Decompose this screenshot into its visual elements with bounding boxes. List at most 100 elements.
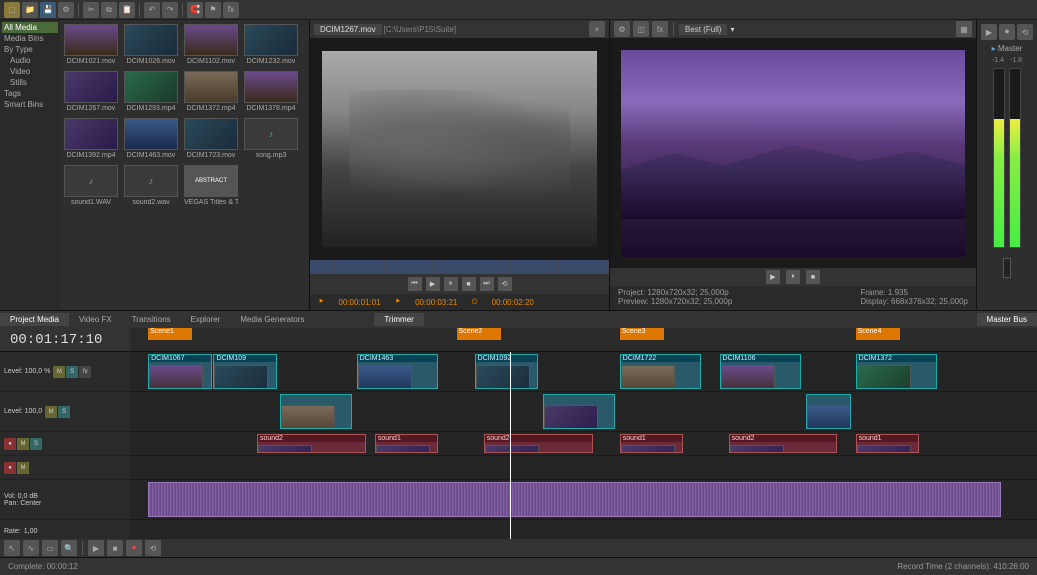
timeline-clip[interactable]: sound1: [375, 434, 438, 453]
media-thumb[interactable]: ♪sound1.WAV: [64, 165, 118, 206]
properties-icon[interactable]: ⚙: [58, 2, 74, 18]
preview-play-button[interactable]: ▶: [766, 270, 780, 284]
tl-play-button[interactable]: ▶: [88, 540, 104, 556]
timeline-track-area[interactable]: DCIM1067DCIM109 DCIM1463 DCIM1092 DCIM1722 D…: [130, 352, 1037, 539]
timeline-clip[interactable]: DCIM1067: [148, 354, 211, 389]
snap-icon[interactable]: 🧲: [187, 2, 203, 18]
mute-button[interactable]: M: [17, 462, 29, 474]
preview-quality-dropdown[interactable]: Best (Full): [679, 24, 727, 35]
music-track-header[interactable]: Vol: 0,0 dB Pan: Center: [0, 480, 130, 520]
tc-in[interactable]: 00:00:01:01: [338, 298, 380, 307]
chevron-down-icon[interactable]: ▾: [730, 25, 734, 34]
copy-icon[interactable]: ⧉: [101, 2, 117, 18]
timeline-clip[interactable]: [806, 394, 851, 429]
tl-loop-button[interactable]: ⟲: [145, 540, 161, 556]
audio-track-1-header[interactable]: ●MS: [0, 432, 130, 456]
timeline-marker[interactable]: Scene1: [148, 328, 192, 340]
media-thumb[interactable]: DCIM1293.mp4: [124, 71, 178, 112]
song-clip[interactable]: song: [148, 482, 1001, 517]
media-thumb[interactable]: ♪sound2.wav: [124, 165, 178, 206]
cut-icon[interactable]: ✂: [83, 2, 99, 18]
timeline-clip[interactable]: sound2: [729, 434, 838, 453]
music-lane[interactable]: song: [130, 480, 1037, 520]
tc-out[interactable]: 00:00:03:21: [415, 298, 457, 307]
rate-value[interactable]: 1,00: [24, 528, 38, 535]
stop-button[interactable]: ■: [462, 277, 476, 291]
video-lane-1[interactable]: DCIM1067DCIM109 DCIM1463 DCIM1092 DCIM1722 D…: [130, 352, 1037, 392]
media-thumb[interactable]: ABSTRACTVEGAS Titles & Text abstract: [184, 165, 238, 206]
master-rec-icon[interactable]: ⏺: [999, 24, 1015, 40]
preview-pause-button[interactable]: ⏸: [786, 270, 800, 284]
mute-button[interactable]: M: [53, 366, 65, 378]
save-icon[interactable]: 💾: [40, 2, 56, 18]
tl-record-button[interactable]: ⏺: [126, 540, 142, 556]
envelope-tool-icon[interactable]: ∿: [23, 540, 39, 556]
tc-duration[interactable]: 00:00:02:20: [492, 298, 534, 307]
preview-viewport[interactable]: [610, 38, 976, 268]
tab-project-media[interactable]: Project Media: [0, 313, 69, 326]
video-lane-2[interactable]: [130, 392, 1037, 432]
solo-button[interactable]: S: [66, 366, 78, 378]
tab-media-generators[interactable]: Media Generators: [230, 313, 314, 326]
timeline-clip[interactable]: [543, 394, 616, 429]
trimmer-preview[interactable]: [310, 38, 609, 260]
media-thumb[interactable]: DCIM1392.mp4: [64, 118, 118, 159]
trimmer-filmstrip[interactable]: [310, 260, 609, 274]
mute-button[interactable]: M: [45, 406, 57, 418]
master-fader[interactable]: [1003, 258, 1011, 278]
undo-icon[interactable]: ↶: [144, 2, 160, 18]
master-play-icon[interactable]: ▶: [981, 24, 997, 40]
timeline-clip[interactable]: [280, 394, 353, 429]
timeline-clip[interactable]: DCIM1106: [720, 354, 802, 389]
timeline-clip[interactable]: sound2: [484, 434, 593, 453]
vol-value[interactable]: 0,0 dB: [18, 493, 38, 500]
marker-icon[interactable]: ⚑: [205, 2, 221, 18]
media-thumb[interactable]: DCIM1378.mp4: [244, 71, 298, 112]
tree-item-bytype[interactable]: By Type: [2, 44, 58, 55]
media-thumb[interactable]: DCIM1463.mov: [124, 118, 178, 159]
video-track-2-header[interactable]: Level: 100,0 MS: [0, 392, 130, 432]
timeline-clip[interactable]: sound2: [257, 434, 366, 453]
zoom-tool-icon[interactable]: 🔍: [61, 540, 77, 556]
trimmer-filename[interactable]: DCIM1267.mov: [314, 24, 382, 35]
play-button[interactable]: ▶: [426, 277, 440, 291]
media-thumb[interactable]: DCIM1026.mov: [124, 24, 178, 65]
solo-button[interactable]: S: [30, 438, 42, 450]
timeline-clip[interactable]: DCIM1092: [475, 354, 538, 389]
timeline-clip[interactable]: DCIM1722: [620, 354, 702, 389]
track-fx-button[interactable]: fx: [79, 366, 91, 378]
audio-track-2-header[interactable]: ●M: [0, 456, 130, 480]
fx-icon[interactable]: fx: [223, 2, 239, 18]
media-thumb[interactable]: ♪song.mp3: [244, 118, 298, 159]
loop-button[interactable]: ⟲: [498, 277, 512, 291]
timeline-clip[interactable]: DCIM109: [213, 354, 276, 389]
media-thumb[interactable]: DCIM1372.mp4: [184, 71, 238, 112]
tree-item-bins[interactable]: Media Bins: [2, 33, 58, 44]
audio-lane-1[interactable]: sound2sound1sound2sound1sound2sound1: [130, 432, 1037, 456]
tab-explorer[interactable]: Explorer: [181, 313, 231, 326]
audio-lane-2[interactable]: [130, 456, 1037, 480]
timeline-marker[interactable]: Scene4: [856, 328, 900, 340]
playhead[interactable]: [510, 352, 511, 539]
preview-overlay-icon[interactable]: ▦: [956, 21, 972, 37]
arm-record-button[interactable]: ●: [4, 462, 16, 474]
timeline-clip[interactable]: DCIM1372: [856, 354, 938, 389]
tree-item-audio[interactable]: Audio: [2, 55, 58, 66]
open-icon[interactable]: 📁: [22, 2, 38, 18]
timeline-clip[interactable]: DCIM1463: [357, 354, 439, 389]
timeline-ruler[interactable]: Scene1Scene2Scene3Scene4: [130, 328, 1037, 351]
media-thumb[interactable]: DCIM1232.mov: [244, 24, 298, 65]
preview-stop-button[interactable]: ■: [806, 270, 820, 284]
redo-icon[interactable]: ↷: [162, 2, 178, 18]
preview-settings-icon[interactable]: ⚙: [614, 21, 630, 37]
timeline-clip[interactable]: sound1: [620, 434, 683, 453]
media-thumb[interactable]: DCIM1102.mov: [184, 24, 238, 65]
media-thumb[interactable]: DCIM1723.mov: [184, 118, 238, 159]
tree-item-video[interactable]: Video: [2, 66, 58, 77]
tl-stop-button[interactable]: ■: [107, 540, 123, 556]
arm-record-button[interactable]: ●: [4, 438, 16, 450]
master-loop-icon[interactable]: ⟲: [1017, 24, 1033, 40]
goto-end-button[interactable]: ⏭: [480, 277, 494, 291]
selection-tool-icon[interactable]: ▭: [42, 540, 58, 556]
solo-button[interactable]: S: [58, 406, 70, 418]
